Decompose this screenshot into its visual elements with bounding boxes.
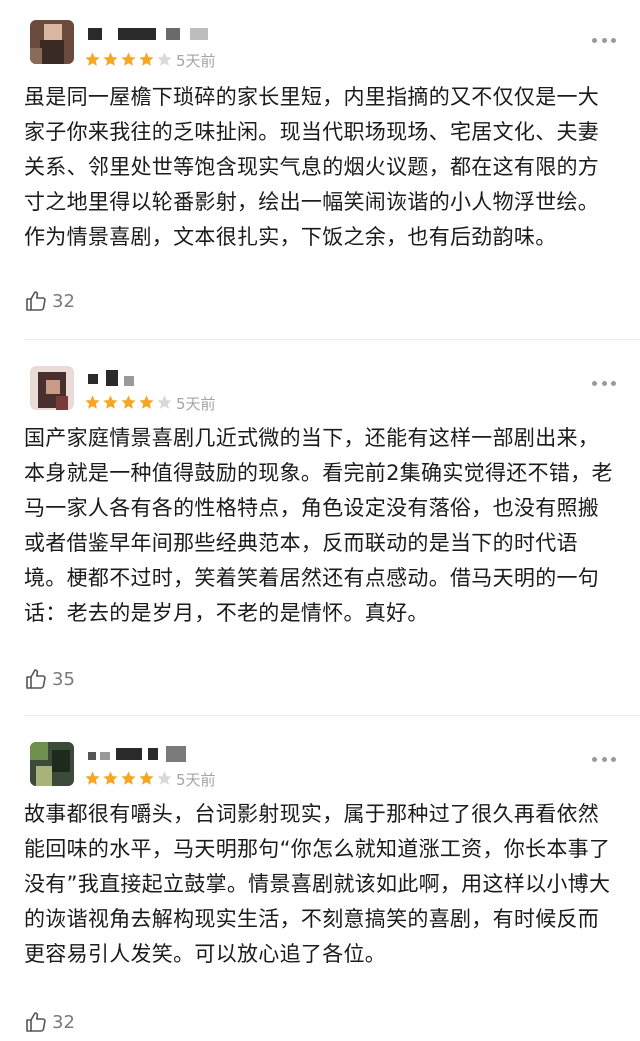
thumbs-up-icon: [26, 291, 46, 311]
star-empty-icon: [157, 394, 172, 409]
username-redacted[interactable]: [88, 370, 148, 390]
avatar[interactable]: [30, 20, 74, 64]
review-card: 5天前 国产家庭情景喜剧几近式微的当下，还能有这样一部剧出来，本身就是一种值得鼓…: [0, 340, 640, 716]
like-button[interactable]: 32: [24, 287, 75, 315]
star-filled-icon: [85, 51, 100, 66]
more-options-button[interactable]: [592, 379, 616, 387]
more-dots-icon: [592, 756, 597, 762]
review-text: 国产家庭情景喜剧几近式微的当下，还能有这样一部剧出来，本身就是一种值得鼓励的现象…: [24, 426, 613, 625]
star-filled-icon: [139, 394, 154, 409]
thumbs-up-icon: [26, 1012, 46, 1032]
star-rating: [84, 768, 174, 788]
review-time: 5天前: [176, 395, 216, 413]
review-text: 虽是同一屋檐下琐碎的家长里短，内里指摘的又不仅仅是一大家子你来我往的乏味扯闲。现…: [24, 85, 600, 249]
review-card: 5天前 虽是同一屋檐下琐碎的家长里短，内里指摘的又不仅仅是一大家子你来我往的乏味…: [0, 0, 640, 340]
star-rating: [84, 392, 174, 412]
thumbs-up-icon: [26, 669, 46, 689]
star-empty-icon: [157, 51, 172, 66]
star-filled-icon: [121, 51, 136, 66]
more-dots-icon: [592, 380, 597, 386]
like-button[interactable]: 35: [24, 665, 75, 693]
like-button[interactable]: 32: [24, 1008, 75, 1036]
review-text: 故事都很有嚼头，台词影射现实，属于那种过了很久再看依然能回味的水平，马天明那句“…: [24, 802, 611, 966]
like-count: 35: [52, 668, 75, 690]
review-time: 5天前: [176, 52, 216, 70]
star-filled-icon: [103, 770, 118, 785]
like-count: 32: [52, 1011, 75, 1033]
more-options-button[interactable]: [592, 755, 616, 763]
username-redacted[interactable]: [88, 28, 228, 46]
username-redacted[interactable]: [88, 746, 188, 766]
star-filled-icon: [139, 770, 154, 785]
more-options-button[interactable]: [592, 36, 616, 44]
star-filled-icon: [85, 770, 100, 785]
star-rating: [84, 49, 174, 69]
avatar[interactable]: [30, 742, 74, 786]
star-filled-icon: [103, 51, 118, 66]
star-filled-icon: [121, 770, 136, 785]
star-filled-icon: [121, 394, 136, 409]
like-count: 32: [52, 290, 75, 312]
star-empty-icon: [157, 770, 172, 785]
more-dots-icon: [592, 37, 597, 43]
avatar[interactable]: [30, 366, 74, 410]
star-filled-icon: [139, 51, 154, 66]
review-card: 5天前 故事都很有嚼头，台词影射现实，属于那种过了很久再看依然能回味的水平，马天…: [0, 716, 640, 1041]
star-filled-icon: [85, 394, 100, 409]
star-filled-icon: [103, 394, 118, 409]
review-time: 5天前: [176, 771, 216, 789]
